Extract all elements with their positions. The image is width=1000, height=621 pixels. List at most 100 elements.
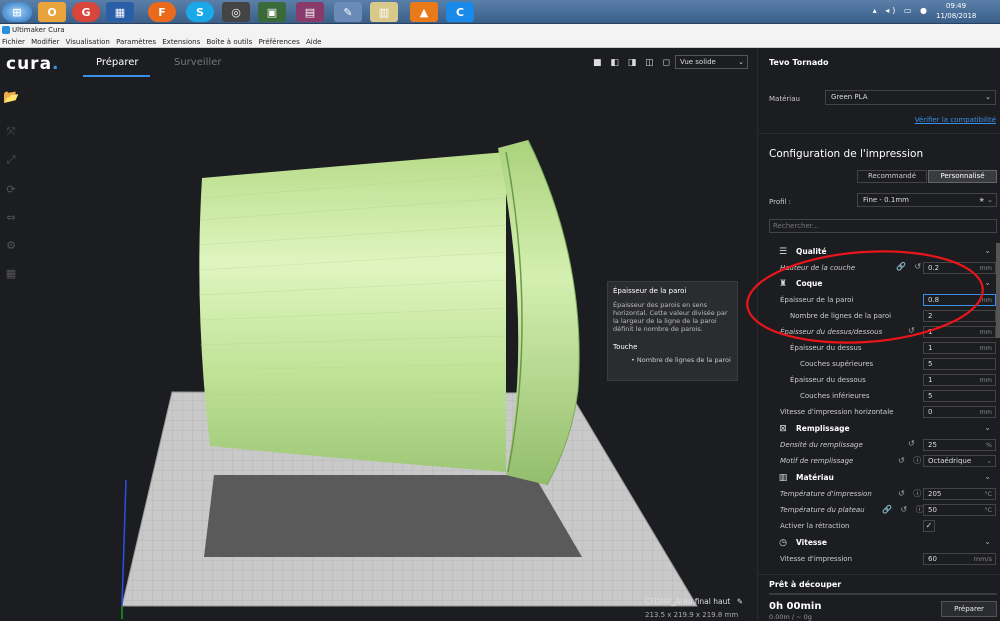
menu-preferences[interactable]: Préférences (259, 38, 300, 46)
unit: mm (979, 376, 992, 384)
system-tray[interactable]: ▴ ◂) ▭ ● (873, 6, 930, 15)
mirror-tool-icon[interactable]: ⇔ (3, 210, 19, 226)
logo-dot: . (52, 54, 60, 74)
category-vitesse[interactable]: ◷ Vitesse ⌄ (758, 536, 1000, 550)
view-mode-value: Vue solide (680, 58, 716, 66)
infill-icon: ⊠ (779, 424, 787, 434)
taskbar-clock[interactable]: 09:49 11/08/2018 (936, 1, 976, 21)
taskbar-app-6-icon[interactable]: ◎ (222, 2, 250, 22)
reset-info-icon[interactable]: ↺ ⓘ (898, 455, 924, 466)
app-header: cura. Préparer Surveiller ■ ◧ ◨ ◫ ◻ (0, 48, 755, 80)
taskbar-explorer-icon[interactable]: ▥ (370, 2, 398, 22)
taskbar-winrar-icon[interactable]: ▤ (296, 2, 324, 22)
window-title: Ultimaker Cura (12, 26, 65, 34)
setting-temp-impression[interactable]: Température d'impression ↺ ⓘ 205 °C (758, 487, 1000, 501)
settings-search-input[interactable] (769, 219, 997, 233)
taskbar-chrome-icon[interactable]: G (72, 2, 100, 22)
setting-value-field[interactable]: 5 (923, 390, 996, 402)
tab-surveiller[interactable]: Surveiller (174, 57, 221, 68)
menu-extensions[interactable]: Extensions (162, 38, 200, 46)
menu-aide[interactable]: Aide (306, 38, 321, 46)
setting-value-field[interactable]: 1 mm (923, 374, 996, 386)
value: 205 (928, 490, 942, 498)
setting-label: Vitesse d'impression (780, 555, 853, 563)
app-icon (2, 26, 10, 34)
per-model-settings-icon[interactable]: ⚙ (3, 238, 19, 254)
rotate-tool-icon[interactable]: ⟳ (3, 182, 19, 198)
taskbar-firefox-icon[interactable]: F (148, 2, 176, 22)
reset-info-icon[interactable]: ↺ ⓘ (898, 488, 924, 499)
link-reset-info-icon[interactable]: 🔗 ↺ ⓘ (882, 504, 927, 515)
setting-label: Motif de remplissage (780, 457, 854, 465)
menu-visualisation[interactable]: Visualisation (66, 38, 110, 46)
taskbar-cura-icon[interactable]: C (446, 2, 474, 22)
menu-fichier[interactable]: Fichier (2, 38, 25, 46)
printer-name[interactable]: Tevo Tornado (769, 58, 828, 67)
setting-couches-sup[interactable]: Couches supérieures 5 (758, 357, 1000, 371)
window-title-bar: Ultimaker Cura (0, 24, 1000, 36)
setting-value-field[interactable]: 0 mm (923, 406, 996, 418)
setting-label: Température d'impression (780, 490, 872, 498)
start-button-icon[interactable]: ⊞ (2, 2, 32, 22)
value: Octaédrique (928, 457, 972, 465)
setting-temp-plateau[interactable]: Température du plateau 🔗 ↺ ⓘ 50 °C (758, 503, 1000, 517)
setting-couches-inf[interactable]: Couches inférieures 5 (758, 389, 1000, 403)
slice-progress-bar (769, 593, 997, 595)
prepare-button[interactable]: Préparer (941, 601, 997, 617)
setting-epaisseur-dessous[interactable]: Épaisseur du dessous 1 mm (758, 373, 1000, 387)
chevron-down-icon: ⌄ (986, 457, 992, 465)
retraction-checkbox[interactable]: ✓ (923, 520, 935, 532)
tooltip-title: Épaisseur de la paroi (613, 287, 687, 295)
object-dimensions: 213.5 x 219.9 x 219.8 mm (645, 611, 739, 619)
taskbar-skype-icon[interactable]: S (186, 2, 214, 22)
category-materiau[interactable]: ▥ Matériau ⌄ (758, 471, 1000, 485)
setting-densite-remplissage[interactable]: Densité du remplissage ↺ 25% (758, 438, 1000, 452)
setting-vitesse-impression[interactable]: Vitesse d'impression 60 mm/s (758, 552, 1000, 566)
setting-value-field[interactable]: 25% (923, 439, 996, 451)
mode-recommended-button[interactable]: Recommandé (857, 170, 927, 183)
ready-to-slice-title: Prêt à découper (769, 580, 842, 589)
menu-bar: Fichier Modifier Visualisation Paramètre… (0, 36, 1000, 48)
material-select[interactable]: Green PLA ⌄ (825, 90, 996, 105)
taskbar-app-7-icon[interactable]: ▣ (258, 2, 286, 22)
menu-parametres[interactable]: Paramètres (116, 38, 156, 46)
edit-pencil-icon[interactable]: ✎ (737, 597, 743, 606)
mode-custom-button[interactable]: Personnalisé (928, 170, 997, 183)
setting-value-field[interactable]: 60 mm/s (923, 553, 996, 565)
view-mode-select[interactable]: Vue solide ⌄ (675, 55, 748, 69)
menu-modifier[interactable]: Modifier (31, 38, 59, 46)
setting-label: Température du plateau (780, 506, 865, 514)
setting-motif-remplissage[interactable]: Motif de remplissage ↺ ⓘ Octaédrique ⌄ (758, 454, 1000, 468)
star-chevron-icon[interactable]: ★ ⌄ (979, 194, 993, 206)
menu-boite-outils[interactable]: Boîte à outils (207, 38, 253, 46)
setting-value-field[interactable]: 5 (923, 358, 996, 370)
check-compatibility-link[interactable]: Vérifier la compatibilité (915, 116, 996, 124)
model-cylinder[interactable] (199, 152, 507, 472)
scale-tool-icon[interactable]: ⤢ (3, 152, 19, 168)
tab-preparer[interactable]: Préparer (96, 57, 139, 68)
taskbar-app-3-icon[interactable]: ▦ (106, 2, 134, 22)
setting-label: Couches inférieures (800, 392, 870, 400)
setting-value-field[interactable]: 205 °C (923, 488, 996, 500)
category-remplissage[interactable]: ⊠ Remplissage ⌄ (758, 422, 1000, 436)
taskbar-vlc-icon[interactable]: ▲ (410, 2, 438, 22)
value: 1 (928, 376, 933, 384)
clock-date: 11/08/2018 (936, 12, 977, 20)
open-folder-icon[interactable]: 📂 (3, 90, 19, 106)
object-name[interactable]: CFDMP_Areo final haut ✎ (645, 597, 743, 606)
taskbar-app-1-icon[interactable]: O (38, 2, 66, 22)
camera-view-icons[interactable]: ■ ◧ ◨ ◫ ◻ (593, 58, 673, 68)
material-icon: ▥ (778, 473, 788, 483)
setting-retraction[interactable]: Activer la rétraction ✓ (758, 519, 1000, 533)
windows-taskbar: ⊞ O G ▦ F S ◎ ▣ ▤ ✎ ▥ ▲ C ▴ ◂) ▭ ● 09:49… (0, 0, 1000, 24)
profile-select[interactable]: Fine - 0.1mm ★ ⌄ (857, 193, 997, 207)
translate-tool-icon[interactable]: ⤧ (3, 124, 19, 140)
taskbar-paint-icon[interactable]: ✎ (334, 2, 362, 22)
value: 50 (928, 506, 937, 514)
setting-value-field[interactable]: 50 °C (923, 504, 996, 516)
setting-value-select[interactable]: Octaédrique ⌄ (923, 455, 996, 467)
support-blocker-icon[interactable]: ▦ (3, 266, 19, 282)
setting-vitesse-horiz[interactable]: Vitesse d'impression horizontale 0 mm (758, 405, 1000, 419)
reset-icon[interactable]: ↺ (908, 439, 918, 448)
unit: % (985, 441, 992, 449)
